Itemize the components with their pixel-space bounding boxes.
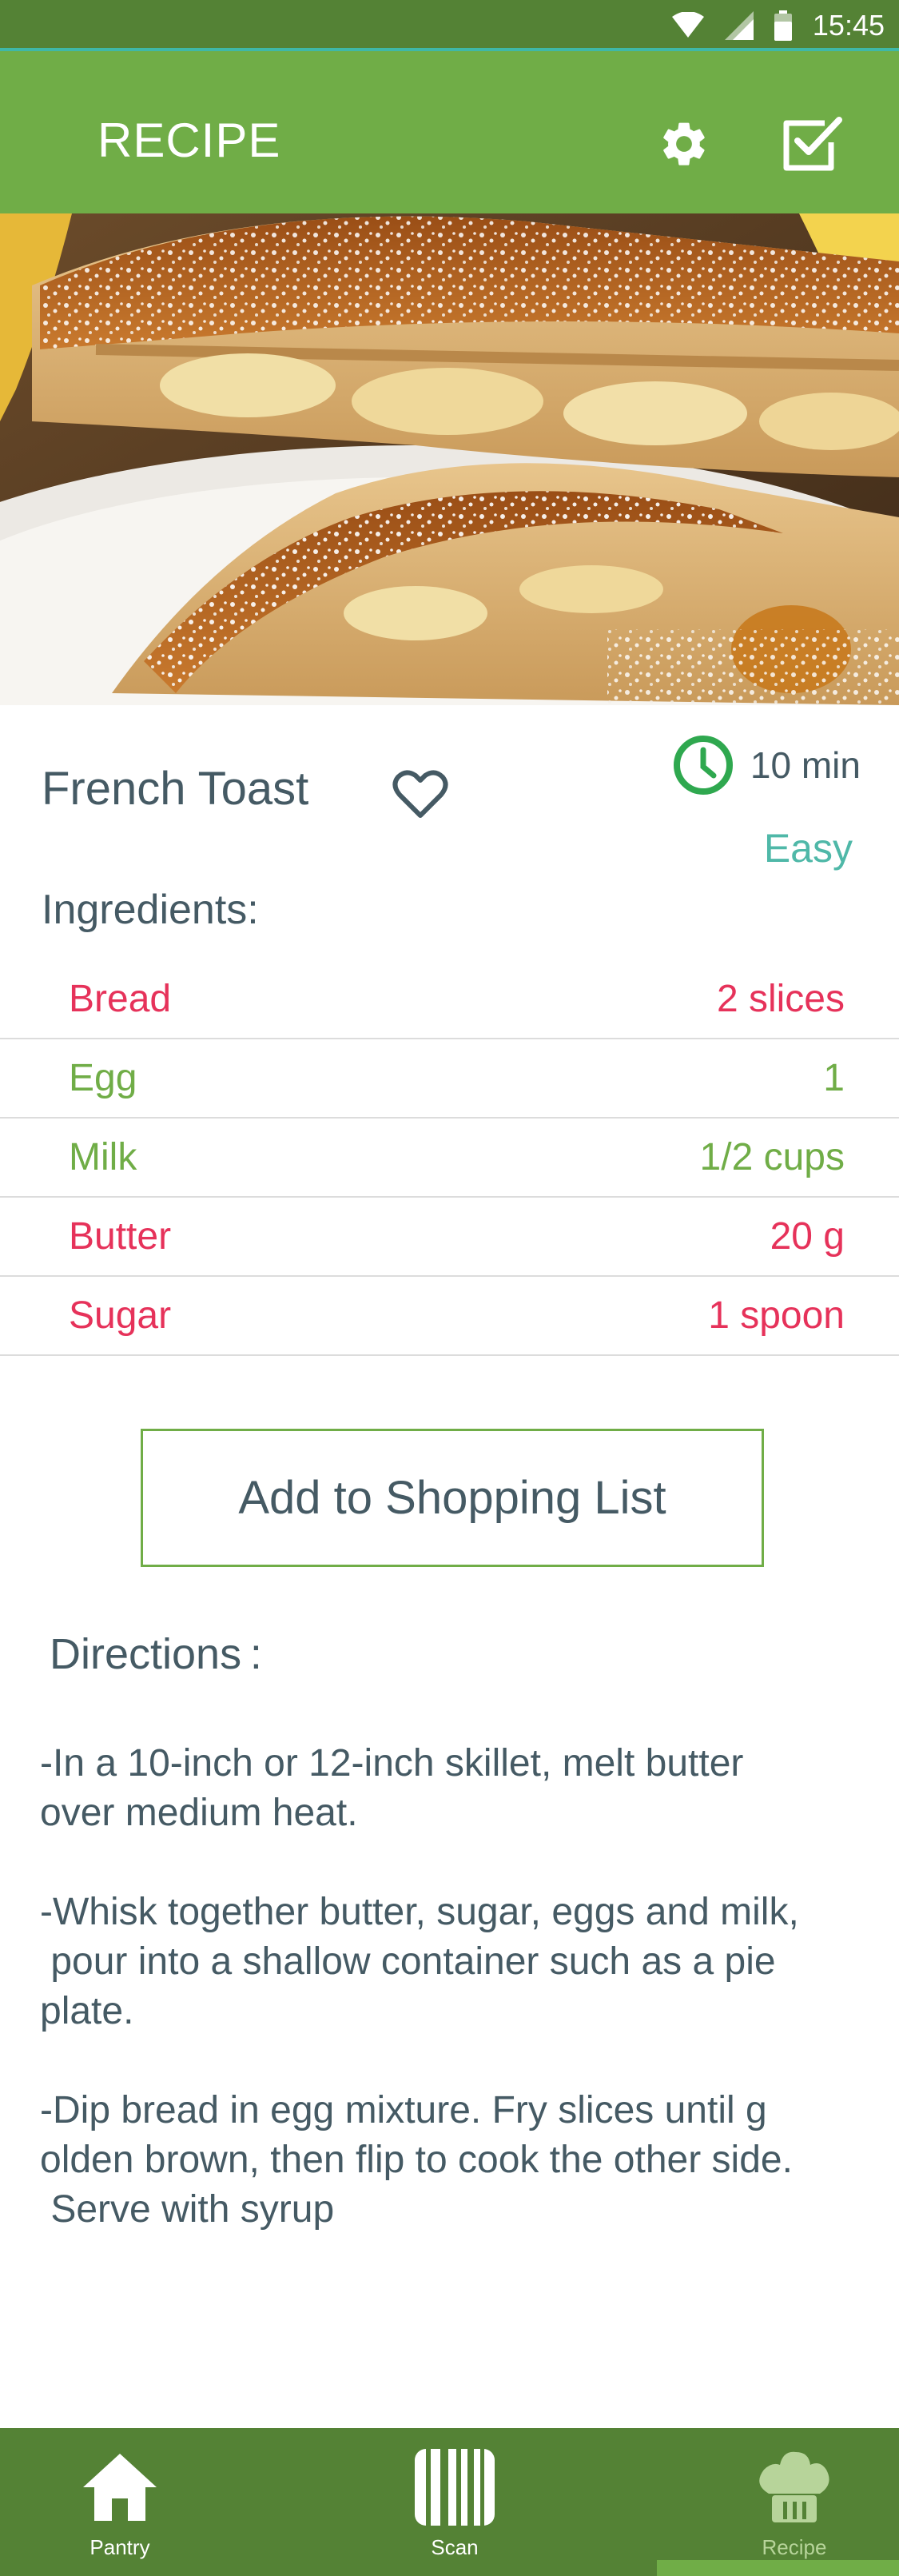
recipe-photo [0,213,899,705]
ingredient-row: Sugar 1 spoon [0,1277,899,1356]
direction-step: -Dip bread in egg mixture. Fry slices un… [40,2089,793,2231]
ingredient-amount: 1 [823,1057,845,1099]
signal-icon [724,11,754,40]
clock-icon [673,736,733,795]
add-to-shopping-list-button[interactable]: Add to Shopping List [141,1429,764,1567]
ingredient-amount: 1 spoon [708,1294,845,1337]
ingredient-row: Butter 20 g [0,1198,899,1277]
nav-pantry[interactable]: Pantry [24,2428,216,2576]
heart-outline-icon [392,770,448,818]
gear-icon [663,122,705,165]
ingredients-heading: Ingredients: [42,887,259,933]
confirm-button[interactable] [779,110,846,177]
nav-pantry-label: Pantry [90,2535,150,2559]
ingredients-list: Bread 2 slices Egg 1 Milk 1/2 cups Butter 20 g S… [0,960,899,1356]
ingredient-row: Milk 1/2 cups [0,1119,899,1198]
french-toast-illustration [0,213,899,705]
nav-scan-label: Scan [431,2535,479,2559]
status-icons: 15:45 [671,8,885,43]
nav-recipe-label: Recipe [762,2535,827,2559]
ingredient-name: Butter [69,1215,172,1258]
active-tab-indicator [657,2560,899,2576]
bottom-nav: Pantry Scan Recipe [0,2428,899,2576]
ingredient-name: Milk [69,1136,137,1178]
nav-scan[interactable]: Scan [359,2428,551,2576]
ingredient-row: Bread 2 slices [0,960,899,1039]
checkbox-icon [783,117,842,171]
ingredient-amount: 1/2 cups [699,1136,845,1178]
chef-hat-icon [759,2451,829,2522]
cook-time: 10 min [672,734,861,796]
settings-button[interactable] [650,110,718,177]
ingredient-row: Egg 1 [0,1039,899,1119]
app-title: RECIPE [97,114,281,167]
difficulty-label: Easy [763,826,853,871]
ingredient-name: Bread [69,978,172,1020]
house-icon [83,2454,157,2521]
status-time: 15:45 [812,9,885,42]
nav-recipe[interactable]: Recipe [698,2428,890,2576]
ingredient-name: Sugar [69,1294,172,1337]
barcode-icon [415,2449,495,2526]
ingredient-amount: 20 g [770,1215,845,1258]
cook-time-label: 10 min [750,744,861,786]
direction-step: -In a 10-inch or 12-inch skillet, melt b… [40,1742,744,1834]
direction-step: -Whisk together butter, sugar, eggs and … [40,1891,799,2032]
directions-heading: Directions : [50,1630,262,1678]
app-bar: RECIPE [0,51,899,213]
status-bar: 15:45 [0,0,899,51]
ingredient-amount: 2 slices [716,978,845,1020]
recipe-title: French Toast [42,763,309,815]
ingredient-name: Egg [69,1057,137,1099]
battery-icon [774,10,792,41]
wifi-icon [671,12,704,38]
favorite-button[interactable] [392,768,449,820]
directions-text: -In a 10-inch or 12-inch skillet, melt b… [40,1739,871,2284]
